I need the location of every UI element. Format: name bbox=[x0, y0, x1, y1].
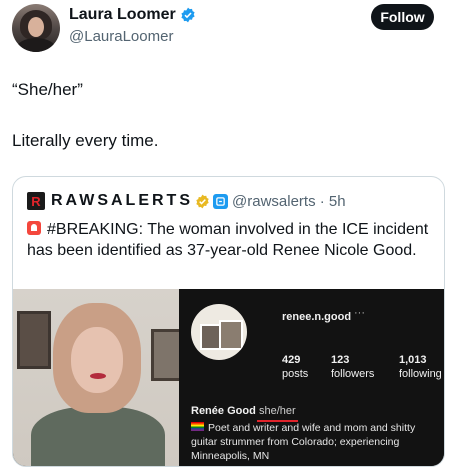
tweet-text-line-2: Literally every time. bbox=[12, 131, 159, 150]
portrait-body bbox=[31, 407, 165, 466]
stat-followers-label: followers bbox=[331, 368, 375, 380]
stat-following: 1,013 following bbox=[399, 353, 442, 381]
quote-header: R RAWSALERTS @rawsalerts · 5h bbox=[27, 191, 346, 211]
affiliate-badge-icon bbox=[213, 193, 228, 209]
author-display-name[interactable]: Laura Loomer bbox=[69, 6, 176, 24]
quote-author-name[interactable]: RAWSALERTS bbox=[51, 192, 193, 210]
portrait-lips bbox=[90, 373, 106, 379]
tweet-text-line-1: “She/her” bbox=[12, 80, 83, 99]
more-options-icon: ··· bbox=[354, 307, 365, 319]
profile-username: renee.n.good bbox=[282, 311, 352, 323]
author-handle[interactable]: @LauraLoomer bbox=[69, 28, 173, 45]
quote-text-body: #BREAKING: The woman involved in the ICE… bbox=[27, 221, 429, 259]
gold-verified-icon bbox=[195, 194, 210, 209]
profile-bio: Poet and writer and wife and mom and shi… bbox=[191, 421, 435, 463]
stat-followers-value: 123 bbox=[331, 354, 350, 366]
avatar-face bbox=[28, 17, 44, 37]
stat-posts-value: 429 bbox=[282, 354, 301, 366]
stat-posts: 429 posts bbox=[282, 353, 308, 381]
wall-frame-left bbox=[17, 311, 51, 369]
instagram-profile-screenshot: renee.n.good ··· 429 posts 123 followers… bbox=[179, 289, 444, 466]
quoted-tweet-card[interactable]: R RAWSALERTS @rawsalerts · 5h #BREAKING:… bbox=[12, 176, 445, 467]
siren-icon bbox=[27, 221, 41, 235]
profile-bio-text: Poet and writer and wife and mom and shi… bbox=[191, 422, 416, 462]
pride-flag-icon bbox=[191, 422, 204, 431]
avatar-shoulders bbox=[16, 38, 56, 52]
author-name-row[interactable]: Laura Loomer bbox=[69, 6, 196, 24]
rawsalerts-logo-icon: R bbox=[27, 192, 45, 210]
quote-media[interactable]: renee.n.good ··· 429 posts 123 followers… bbox=[13, 289, 444, 466]
profile-pronouns: she/her bbox=[257, 405, 298, 422]
avatar-photo-b bbox=[219, 320, 243, 350]
quote-text: #BREAKING: The woman involved in the ICE… bbox=[27, 219, 437, 261]
portrait-face bbox=[71, 327, 123, 393]
quote-handle-time[interactable]: @rawsalerts · 5h bbox=[232, 193, 346, 210]
stat-followers: 123 followers bbox=[331, 353, 374, 381]
stat-following-label: following bbox=[399, 368, 442, 380]
follow-button[interactable]: Follow bbox=[371, 4, 434, 30]
profile-name: Renée Good bbox=[191, 405, 256, 417]
profile-avatar bbox=[191, 304, 247, 360]
verified-badge-icon bbox=[180, 7, 196, 23]
author-avatar[interactable] bbox=[12, 4, 60, 52]
portrait-photo[interactable] bbox=[13, 289, 179, 466]
stat-following-value: 1,013 bbox=[399, 354, 427, 366]
wall-frame-right bbox=[151, 329, 179, 381]
stat-posts-label: posts bbox=[282, 368, 309, 380]
